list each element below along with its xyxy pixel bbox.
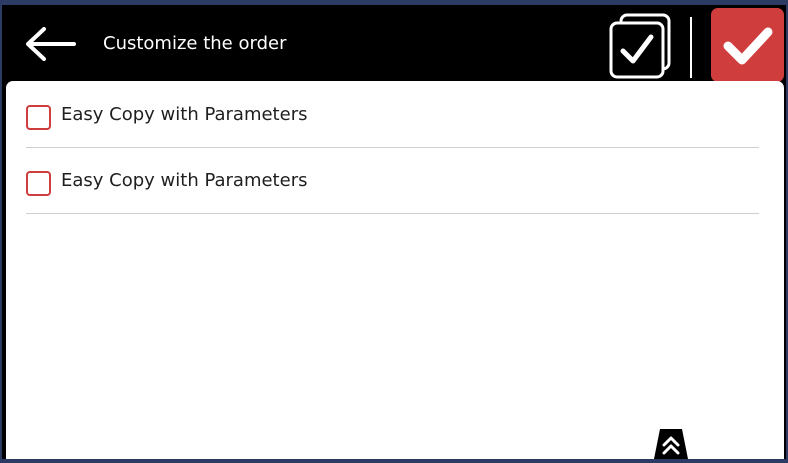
back-button[interactable] — [20, 23, 80, 65]
item-checkbox[interactable] — [26, 105, 51, 130]
device-frame: Customize the order Easy Copy with Param… — [0, 0, 788, 459]
page-title: Customize the order — [103, 33, 287, 54]
scroll-up-button[interactable] — [646, 426, 696, 459]
arrow-left-icon — [26, 27, 76, 61]
confirm-button[interactable] — [711, 8, 784, 82]
screen: Customize the order Easy Copy with Param… — [2, 5, 786, 459]
multi-checkbox-icon — [609, 13, 671, 79]
list-item[interactable]: Easy Copy with Parameters — [26, 83, 759, 148]
item-label: Easy Copy with Parameters — [61, 104, 308, 125]
checkmark-icon — [723, 27, 773, 65]
header-bar: Customize the order — [2, 5, 786, 85]
item-list-panel: Easy Copy with Parameters Easy Copy with… — [6, 81, 784, 459]
select-all-button[interactable] — [605, 11, 673, 81]
item-label: Easy Copy with Parameters — [61, 170, 308, 191]
item-checkbox[interactable] — [26, 171, 51, 196]
double-chevron-up-icon — [654, 429, 688, 459]
list-item[interactable]: Easy Copy with Parameters — [26, 149, 759, 214]
header-divider — [690, 17, 692, 78]
